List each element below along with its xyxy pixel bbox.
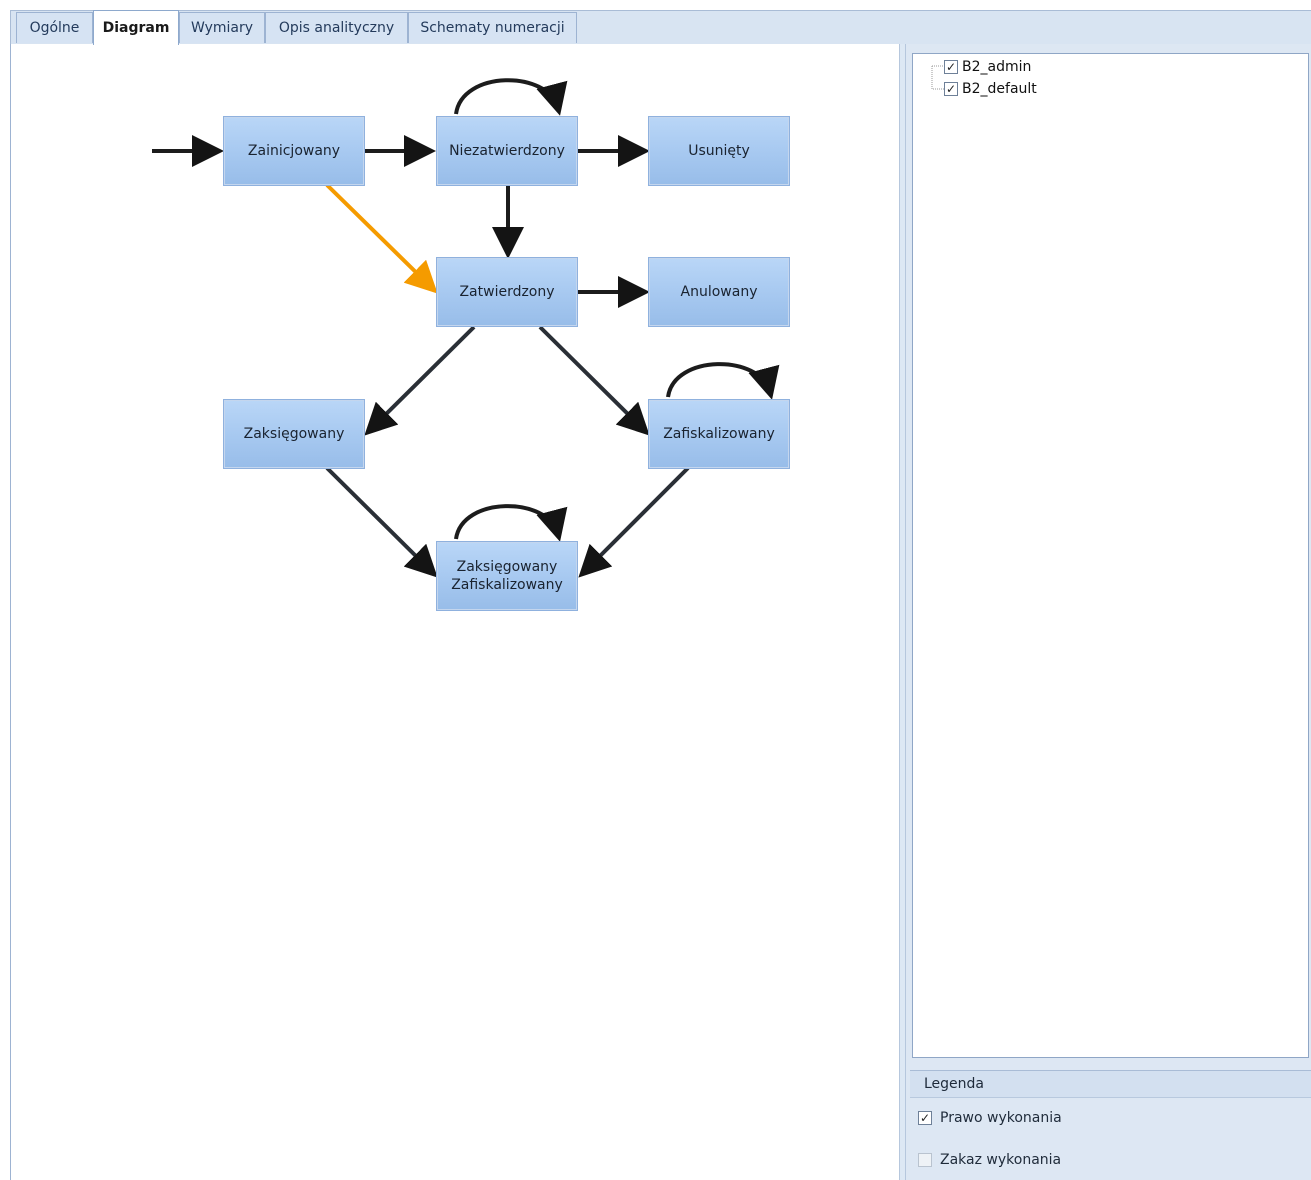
checkbox-checked-icon[interactable]: ✓ bbox=[944, 60, 958, 74]
legend-title: Legenda bbox=[924, 1076, 985, 1092]
checkbox-unchecked-icon[interactable] bbox=[918, 1153, 932, 1167]
state-zafiskalizowany[interactable]: Zafiskalizowany bbox=[648, 399, 790, 469]
tab-schematy-numeracji[interactable]: Schematy numeracji bbox=[408, 12, 577, 43]
legend-item-label: Zakaz wykonania bbox=[940, 1152, 1062, 1168]
state-label: Zafiskalizowany bbox=[663, 426, 775, 442]
tree-item-label: B2_default bbox=[962, 81, 1037, 97]
workflow-diagram-canvas[interactable] bbox=[11, 44, 899, 1180]
legend-item-prawo-wykonania[interactable]: ✓ Prawo wykonania bbox=[918, 1108, 1062, 1128]
tree-item-label: B2_admin bbox=[962, 59, 1032, 75]
state-label-line2: Zafiskalizowany bbox=[451, 577, 563, 593]
legend-item-label: Prawo wykonania bbox=[940, 1110, 1062, 1126]
state-usuniety[interactable]: Usunięty bbox=[648, 116, 790, 186]
state-zaksiegowany-zafiskalizowany[interactable]: Zaksięgowany Zafiskalizowany bbox=[436, 541, 578, 611]
state-niezatwierdzony[interactable]: Niezatwierdzony bbox=[436, 116, 578, 186]
state-label: Niezatwierdzony bbox=[449, 143, 565, 159]
state-zaksiegowany[interactable]: Zaksięgowany bbox=[223, 399, 365, 469]
state-label: Zaksięgowany bbox=[243, 426, 345, 442]
tree-item-b2-admin[interactable]: ✓ B2_admin bbox=[944, 58, 1031, 76]
panel-splitter[interactable] bbox=[899, 44, 906, 1180]
tab-diagram[interactable]: Diagram bbox=[93, 10, 179, 45]
state-zatwierdzony[interactable]: Zatwierdzony bbox=[436, 257, 578, 327]
checkbox-checked-icon[interactable]: ✓ bbox=[918, 1111, 932, 1125]
operator-tree[interactable] bbox=[912, 53, 1309, 1058]
legend-item-zakaz-wykonania[interactable]: Zakaz wykonania bbox=[918, 1150, 1061, 1170]
tab-wymiary[interactable]: Wymiary bbox=[179, 12, 265, 43]
state-label: Usunięty bbox=[688, 143, 750, 159]
checkbox-checked-icon[interactable]: ✓ bbox=[944, 82, 958, 96]
tab-opis-analityczny[interactable]: Opis analityczny bbox=[265, 12, 408, 43]
legend-header[interactable]: Legenda bbox=[910, 1070, 1311, 1098]
state-anulowany[interactable]: Anulowany bbox=[648, 257, 790, 327]
tab-strip: Ogólne Diagram Wymiary Opis analityczny … bbox=[0, 0, 1311, 45]
state-zainicjowany[interactable]: Zainicjowany bbox=[223, 116, 365, 186]
state-label: Zainicjowany bbox=[247, 143, 341, 159]
state-label: Zatwierdzony bbox=[459, 284, 555, 300]
state-label-line1: Zaksięgowany bbox=[456, 559, 558, 575]
state-label: Anulowany bbox=[680, 284, 758, 300]
tree-item-b2-default[interactable]: ✓ B2_default bbox=[944, 80, 1037, 98]
tab-ogolne[interactable]: Ogólne bbox=[16, 12, 93, 43]
